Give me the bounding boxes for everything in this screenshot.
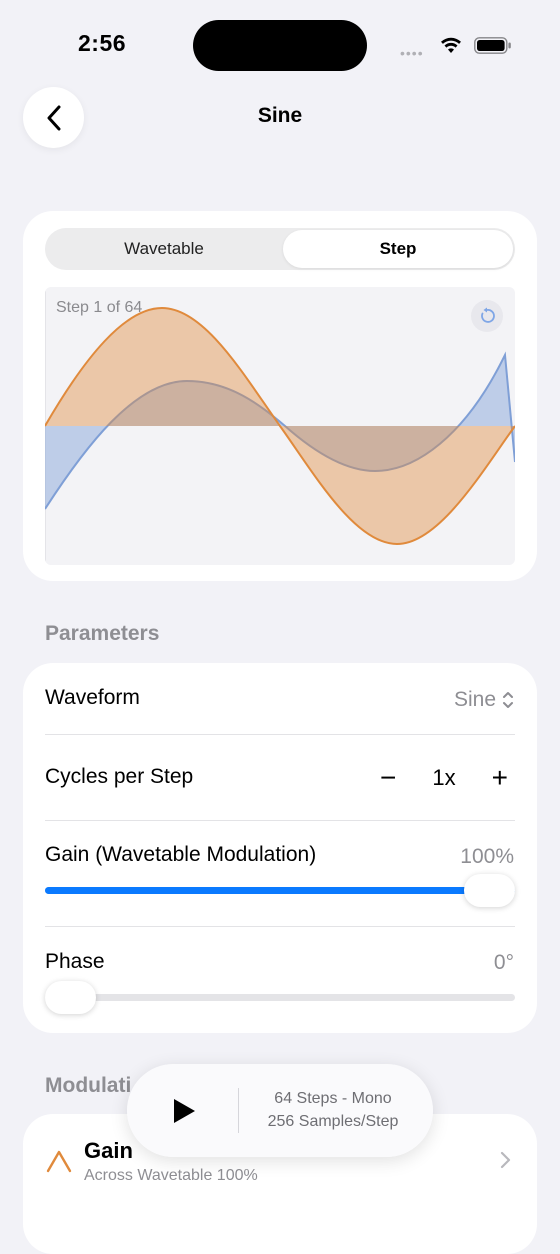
- divider: [45, 820, 515, 821]
- segment-wavetable[interactable]: Wavetable: [47, 230, 281, 268]
- status-time: 2:56: [78, 30, 127, 56]
- page-title: Sine: [257, 104, 303, 127]
- modulation-item-title[interactable]: Gain: [84, 1138, 133, 1164]
- phase-slider-thumb[interactable]: [45, 981, 96, 1014]
- cycles-stepper: − 1x +: [380, 764, 508, 792]
- cycles-label: Cycles per Step: [45, 765, 194, 788]
- reset-button[interactable]: [471, 300, 503, 332]
- player-samples-info: 256 Samples/Step: [267, 1113, 399, 1130]
- phase-value: 0°: [493, 951, 514, 974]
- cycles-value: 1x: [432, 765, 456, 790]
- phase-slider[interactable]: [45, 994, 515, 1001]
- mode-segmented-control: Wavetable Step: [45, 228, 515, 270]
- decrement-button[interactable]: −: [380, 764, 396, 792]
- dynamic-island: [193, 20, 367, 71]
- play-button[interactable]: [164, 1093, 204, 1129]
- waveform-plot: [45, 287, 515, 565]
- battery-icon: [474, 37, 511, 54]
- play-icon: [174, 1099, 195, 1123]
- chevron-up-down-icon: [503, 692, 513, 708]
- cellular-signal-icon: ••••: [400, 45, 424, 61]
- reset-icon: [481, 307, 495, 323]
- step-indicator: Step 1 of 64: [56, 299, 143, 316]
- envelope-ramp-icon: [46, 1150, 72, 1173]
- waveform-preview[interactable]: [45, 287, 515, 565]
- gain-slider-fill: [45, 887, 515, 894]
- divider: [45, 734, 515, 735]
- chevron-right-icon[interactable]: [499, 1150, 511, 1170]
- player-steps-info: 64 Steps - Mono: [274, 1090, 392, 1107]
- phase-label: Phase: [45, 950, 105, 973]
- waveform-picker[interactable]: Sine: [454, 688, 514, 712]
- modulation-item-subtitle: Across Wavetable 100%: [84, 1167, 258, 1184]
- gain-value: 100%: [460, 845, 514, 868]
- modulation-header: Modulati: [45, 1074, 132, 1097]
- waveform-label: Waveform: [45, 686, 140, 709]
- player-divider: [238, 1088, 239, 1133]
- divider: [45, 926, 515, 927]
- waveform-value: Sine: [453, 688, 496, 711]
- gain-slider[interactable]: [45, 887, 515, 894]
- increment-button[interactable]: +: [492, 764, 508, 792]
- segment-step[interactable]: Step: [283, 230, 513, 268]
- parameters-header: Parameters: [45, 622, 160, 645]
- wifi-icon: [441, 37, 461, 53]
- gain-slider-thumb[interactable]: [464, 874, 515, 907]
- gain-label: Gain (Wavetable Modulation): [45, 843, 317, 866]
